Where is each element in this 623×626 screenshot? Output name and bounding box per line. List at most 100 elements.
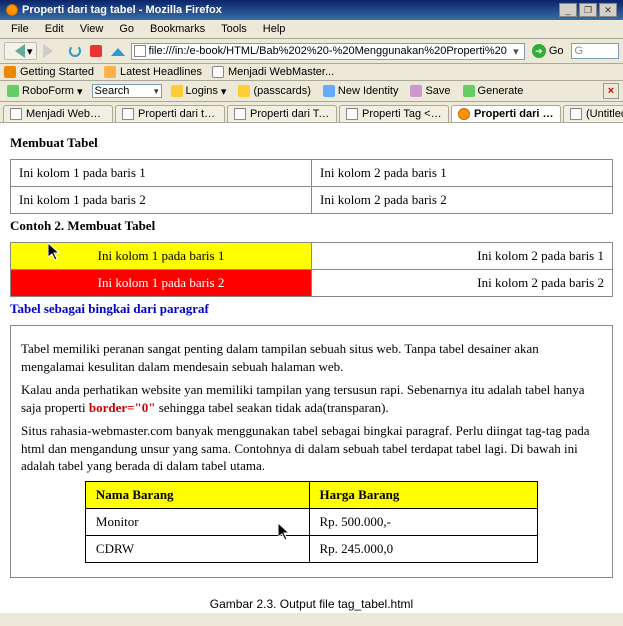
paragraph-3: Situs rahasia-webmaster.com banyak mengg…: [21, 422, 602, 475]
table-cell: Ini kolom 1 pada baris 2: [11, 270, 312, 297]
address-url: file:///in:/e-book/HTML/Bab%202%20-%20Me…: [149, 45, 507, 57]
table-row: Ini kolom 1 pada baris 1 Ini kolom 2 pad…: [11, 160, 613, 187]
roboform-icon: [7, 85, 19, 97]
window-titlebar: Properti dari tag tabel - Mozilla Firefo…: [0, 0, 623, 20]
home-icon: [111, 41, 125, 56]
disk-icon: [410, 85, 422, 97]
nav-toolbar: ▾ file:///in:/e-book/HTML/Bab%202%20-%20…: [0, 39, 623, 64]
tab-5[interactable]: (Untitled): [563, 105, 623, 122]
table-row: Ini kolom 1 pada baris 2 Ini kolom 2 pad…: [11, 270, 613, 297]
stop-button[interactable]: [87, 44, 105, 58]
window-title: Properti dari tag tabel - Mozilla Firefo…: [22, 4, 222, 16]
chevron-down-icon: ▾: [77, 85, 83, 98]
search-box[interactable]: G: [571, 43, 619, 59]
bookmark-getting-started[interactable]: Getting Started: [4, 66, 94, 78]
restore-button[interactable]: ❐: [579, 3, 597, 17]
table-cell: Ini kolom 1 pada baris 2: [11, 187, 312, 214]
menu-help[interactable]: Help: [256, 22, 293, 36]
page-content[interactable]: Membuat Tabel Ini kolom 1 pada baris 1 I…: [0, 123, 623, 593]
heading-tabel-bingkai: Tabel sebagai bingkai dari paragraf: [10, 301, 613, 317]
heading-contoh-2: Contoh 2. Membuat Tabel: [10, 218, 613, 234]
page-icon: [234, 108, 246, 120]
roboform-save-label: Save: [425, 85, 450, 97]
tab-4-active[interactable]: Properti dari ta...: [451, 105, 561, 122]
go-icon: ➔: [532, 44, 546, 58]
tab-label: Menjadi WebMas...: [26, 108, 106, 120]
go-button[interactable]: ➔ Go: [528, 44, 568, 58]
figure-caption: Gambar 2.3. Output file tag_tabel.html: [0, 593, 623, 613]
forward-icon: [43, 44, 60, 58]
page-icon: [134, 45, 146, 57]
search-icon: G: [575, 45, 584, 57]
tab-label: Properti dari tag A: [138, 108, 218, 120]
roboform-new-identity[interactable]: New Identity: [320, 84, 402, 98]
bookmark-icon: [4, 66, 16, 78]
text: sehingga tabel seakan tidak ada(transpar…: [156, 400, 389, 415]
back-icon: [8, 44, 25, 58]
roboform-menu[interactable]: RoboForm ▾: [4, 84, 86, 99]
key-icon: [238, 85, 250, 97]
roboform-passcards-label: (passcards): [253, 85, 310, 97]
person-icon: [323, 85, 335, 97]
bookmark-label: Latest Headlines: [120, 66, 202, 78]
gear-icon: [463, 85, 475, 97]
roboform-save[interactable]: Save: [407, 84, 453, 98]
roboform-label: RoboForm: [22, 85, 74, 97]
table-cell: Ini kolom 1 pada baris 1: [11, 160, 312, 187]
menu-go[interactable]: Go: [112, 22, 141, 36]
close-button[interactable]: ✕: [599, 3, 617, 17]
firefox-icon: [6, 4, 18, 16]
paragraph-1: Tabel memiliki peranan sangat penting da…: [21, 340, 602, 375]
address-dropdown-icon[interactable]: ▾: [510, 45, 522, 58]
back-button[interactable]: ▾: [4, 42, 37, 60]
roboform-search[interactable]: Search ▾: [92, 84, 162, 98]
address-bar[interactable]: file:///in:/e-book/HTML/Bab%202%20-%20Me…: [131, 43, 525, 60]
table-row: Ini kolom 1 pada baris 1 Ini kolom 2 pad…: [11, 243, 613, 270]
roboform-new-identity-label: New Identity: [338, 85, 399, 97]
firefox-icon: [458, 108, 470, 120]
menu-file[interactable]: File: [4, 22, 36, 36]
page-icon: [10, 108, 22, 120]
table-cell: Monitor: [85, 508, 309, 535]
tab-3[interactable]: Properti Tag <p>: [339, 105, 449, 122]
home-button[interactable]: [108, 43, 128, 60]
bookmark-menjadi-webmaster[interactable]: Menjadi WebMaster...: [212, 66, 334, 78]
table-cell: Rp. 500.000,-: [309, 508, 538, 535]
table-cell: Ini kolom 2 pada baris 2: [312, 187, 613, 214]
bookmark-latest-headlines[interactable]: Latest Headlines: [104, 66, 202, 78]
text-border-zero: border="0": [89, 400, 156, 415]
paragraph-2: Kalau anda perhatikan website yan memili…: [21, 381, 602, 416]
roboform-logins-label: Logins: [186, 85, 218, 97]
tab-label: Properti dari ta...: [474, 108, 554, 120]
roboform-logins[interactable]: Logins ▾: [168, 84, 230, 99]
tab-label: Properti dari Tag ...: [250, 108, 330, 120]
page-icon: [122, 108, 134, 120]
reload-button[interactable]: [66, 44, 84, 58]
example-table-2: Ini kolom 1 pada baris 1 Ini kolom 2 pad…: [10, 242, 613, 297]
menu-tools[interactable]: Tools: [214, 22, 254, 36]
roboform-close-button[interactable]: ×: [603, 83, 619, 99]
minimize-button[interactable]: _: [559, 3, 577, 17]
table-header-row: Nama Barang Harga Barang: [85, 481, 537, 508]
menu-view[interactable]: View: [73, 22, 111, 36]
tab-2[interactable]: Properti dari Tag ...: [227, 105, 337, 122]
go-label: Go: [549, 45, 564, 57]
bookmarks-toolbar: Getting Started Latest Headlines Menjadi…: [0, 64, 623, 81]
chevron-down-icon: ▾: [221, 85, 227, 98]
roboform-generate[interactable]: Generate: [460, 84, 527, 98]
menu-bookmarks[interactable]: Bookmarks: [143, 22, 212, 36]
example-table-1: Ini kolom 1 pada baris 1 Ini kolom 2 pad…: [10, 159, 613, 214]
forward-button[interactable]: [40, 43, 63, 59]
tab-1[interactable]: Properti dari tag A: [115, 105, 225, 122]
page-icon: [212, 66, 224, 78]
menu-edit[interactable]: Edit: [38, 22, 71, 36]
roboform-passcards[interactable]: (passcards): [235, 84, 313, 98]
table-cell: Ini kolom 2 pada baris 2: [312, 270, 613, 297]
roboform-toolbar: RoboForm ▾ Search ▾ Logins ▾ (passcards)…: [0, 81, 623, 102]
tab-0[interactable]: Menjadi WebMas...: [3, 105, 113, 122]
tab-label: Properti Tag <p>: [362, 108, 442, 120]
key-icon: [171, 85, 183, 97]
table-cell: CDRW: [85, 535, 309, 562]
paragraph-frame: Tabel memiliki peranan sangat penting da…: [10, 325, 613, 578]
stop-icon: [90, 45, 102, 57]
